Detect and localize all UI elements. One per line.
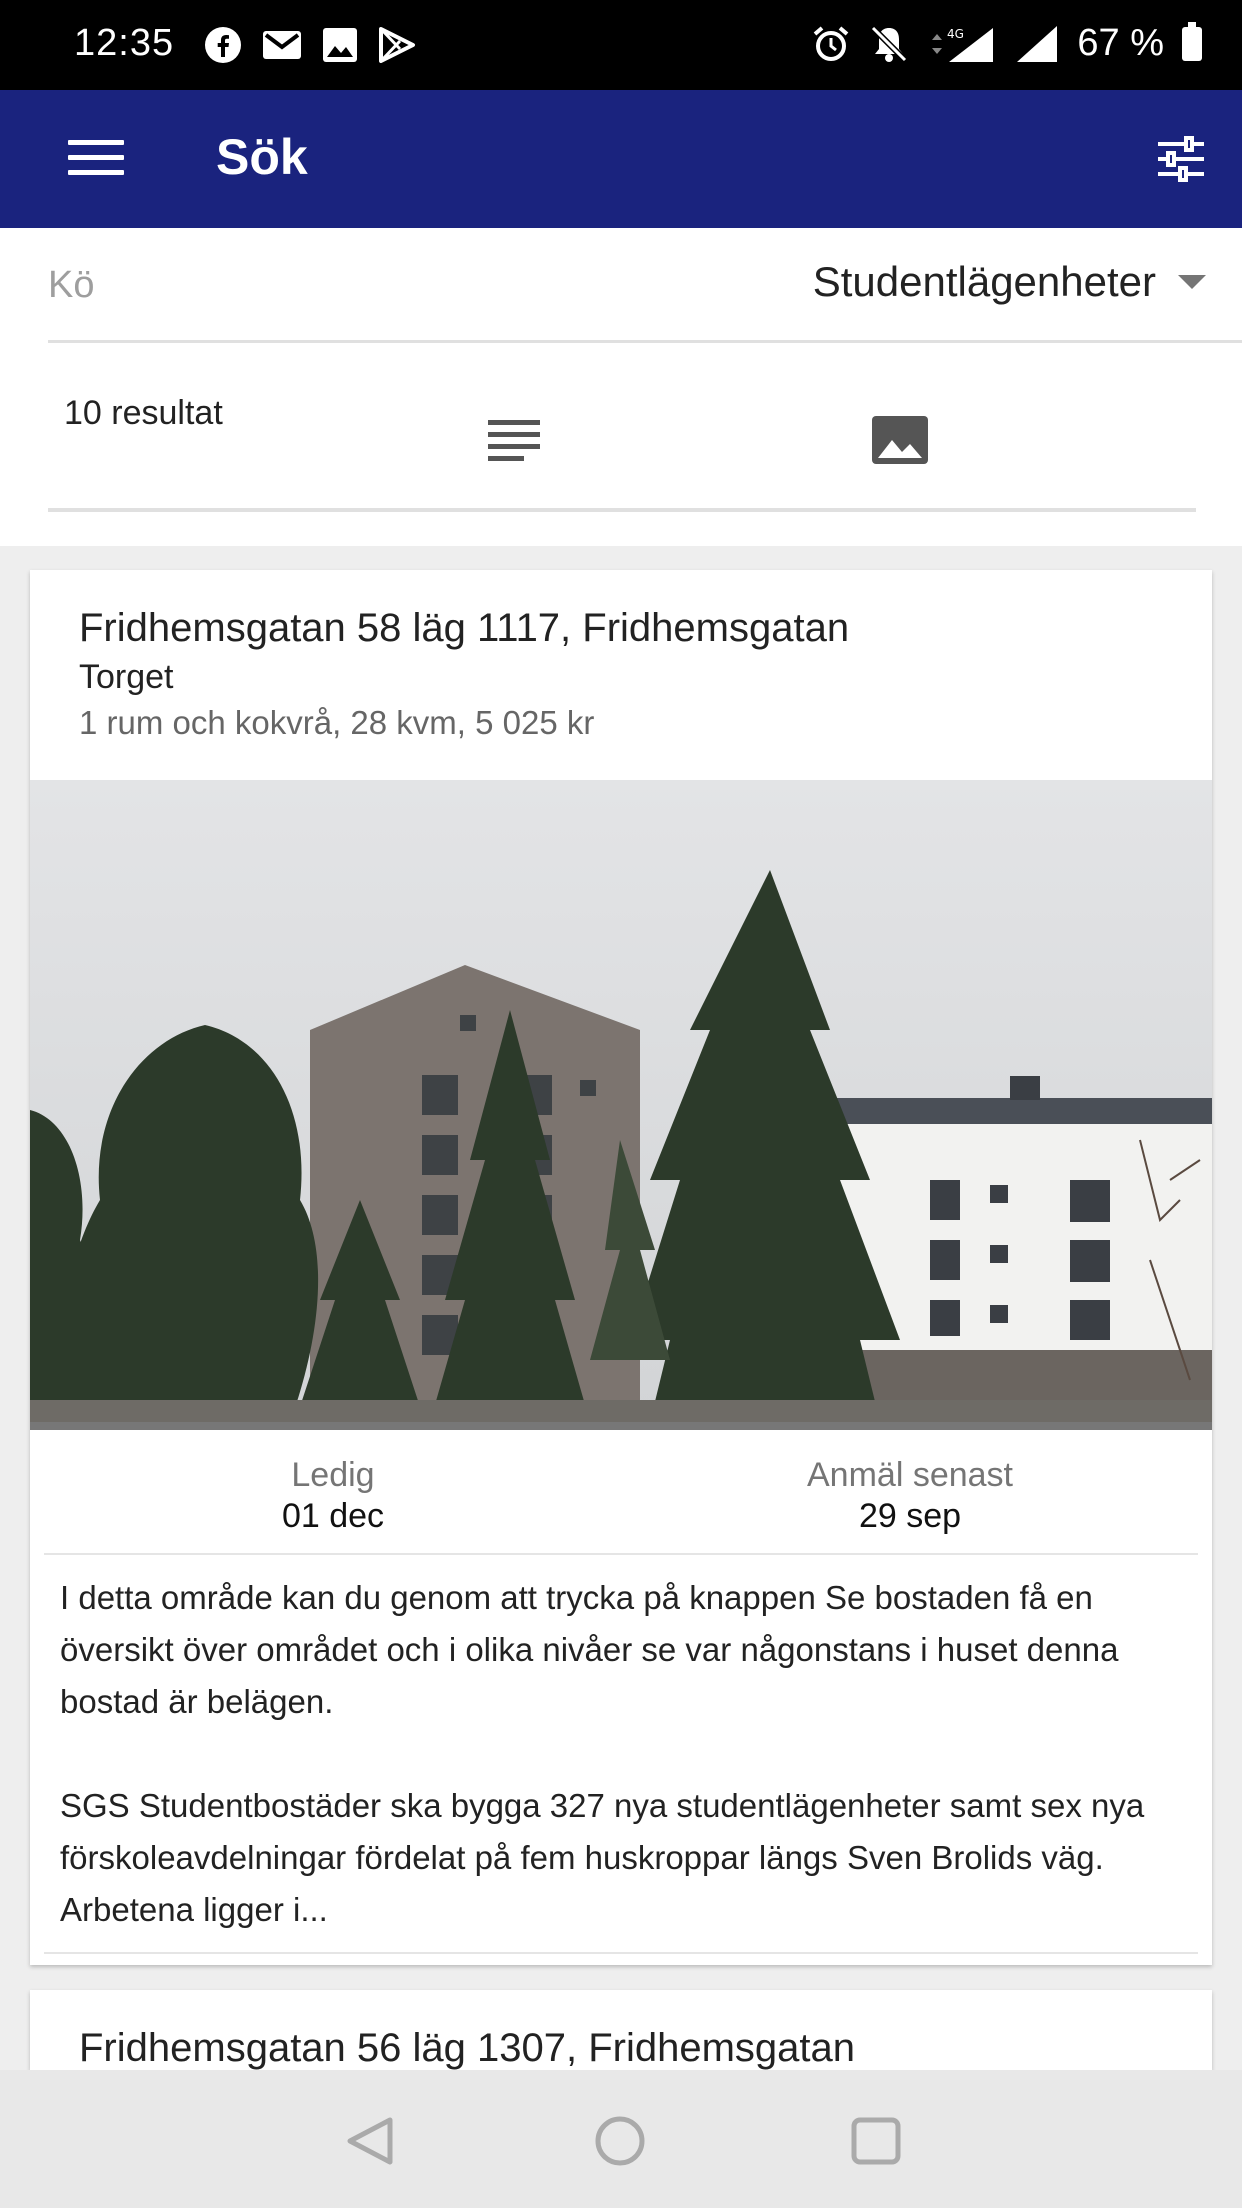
system-nav-bar: [0, 2070, 1242, 2208]
recents-icon[interactable]: [846, 2114, 906, 2168]
queue-dropdown-value: Studentlägenheter: [812, 258, 1156, 305]
battery-icon: [1182, 21, 1202, 61]
listing-description: I detta område kan du genom att trycka p…: [60, 1579, 1145, 1928]
queue-dropdown[interactable]: Studentlägenheter: [813, 258, 1206, 306]
system-status: 4G 67 %: [811, 21, 1202, 65]
results-count: 10 resultat: [64, 394, 223, 432]
page-title: Sök: [216, 129, 308, 185]
status-bar: 12:35 4G 67 %: [0, 0, 1242, 90]
app-bar: Sök: [0, 90, 1242, 228]
deadline-label: Anmäl senast: [807, 1456, 1013, 1494]
listing-area: Torget: [79, 658, 174, 696]
divider: [44, 1952, 1198, 1954]
filter-settings-icon[interactable]: [1156, 134, 1206, 184]
available-label: Ledig: [291, 1456, 375, 1494]
listing-photo: [30, 780, 1212, 1422]
search-filter-panel: Kö Studentlägenheter 10 resultat: [0, 228, 1242, 546]
list-view-icon[interactable]: [488, 420, 544, 468]
svg-text:4G: 4G: [947, 27, 964, 41]
listing-dates: Ledig 01 dec Anmäl senast 29 sep: [30, 1456, 1212, 1536]
menu-icon[interactable]: [68, 140, 124, 176]
notification-icons: [204, 26, 416, 64]
listing-title: Fridhemsgatan 56 läg 1307, Fridhemsgatan: [79, 2026, 856, 2070]
divider: [48, 340, 1242, 343]
available-value: 01 dec: [281, 1497, 385, 1535]
back-icon[interactable]: [340, 2114, 400, 2168]
available-date: Ledig 01 dec: [133, 1456, 533, 1536]
deadline-value: 29 sep: [858, 1497, 962, 1535]
deadline-date: Anmäl senast 29 sep: [710, 1456, 1110, 1536]
listing-card[interactable]: Fridhemsgatan 56 läg 1307, Fridhemsgatan: [30, 1990, 1212, 2070]
4g-signal-icon: 4G: [932, 27, 994, 62]
battery-level: 67 %: [1077, 22, 1164, 64]
queue-label: Kö: [48, 264, 95, 306]
divider: [30, 1422, 1212, 1430]
listing-title: Fridhemsgatan 58 läg 1117, Fridhemsgatan: [79, 606, 850, 650]
listing-card[interactable]: Fridhemsgatan 58 läg 1117, Fridhemsgatan…: [30, 570, 1212, 1965]
play-store-icon: [379, 27, 415, 63]
home-icon[interactable]: [590, 2114, 650, 2168]
signal-icon: [1017, 25, 1058, 62]
divider: [44, 1553, 1198, 1555]
alarm-icon: [814, 25, 849, 61]
status-time: 12:35: [74, 22, 175, 64]
image-view-icon[interactable]: [870, 414, 930, 466]
divider: [48, 508, 1196, 512]
notifications-off-icon: [871, 25, 908, 62]
chevron-down-icon: [1178, 275, 1206, 289]
listing-details: 1 rum och kokvrå, 28 kvm, 5 025 kr: [79, 704, 595, 741]
facebook-icon: [205, 27, 241, 63]
image-icon: [323, 28, 357, 62]
gmail-icon: [263, 31, 301, 59]
